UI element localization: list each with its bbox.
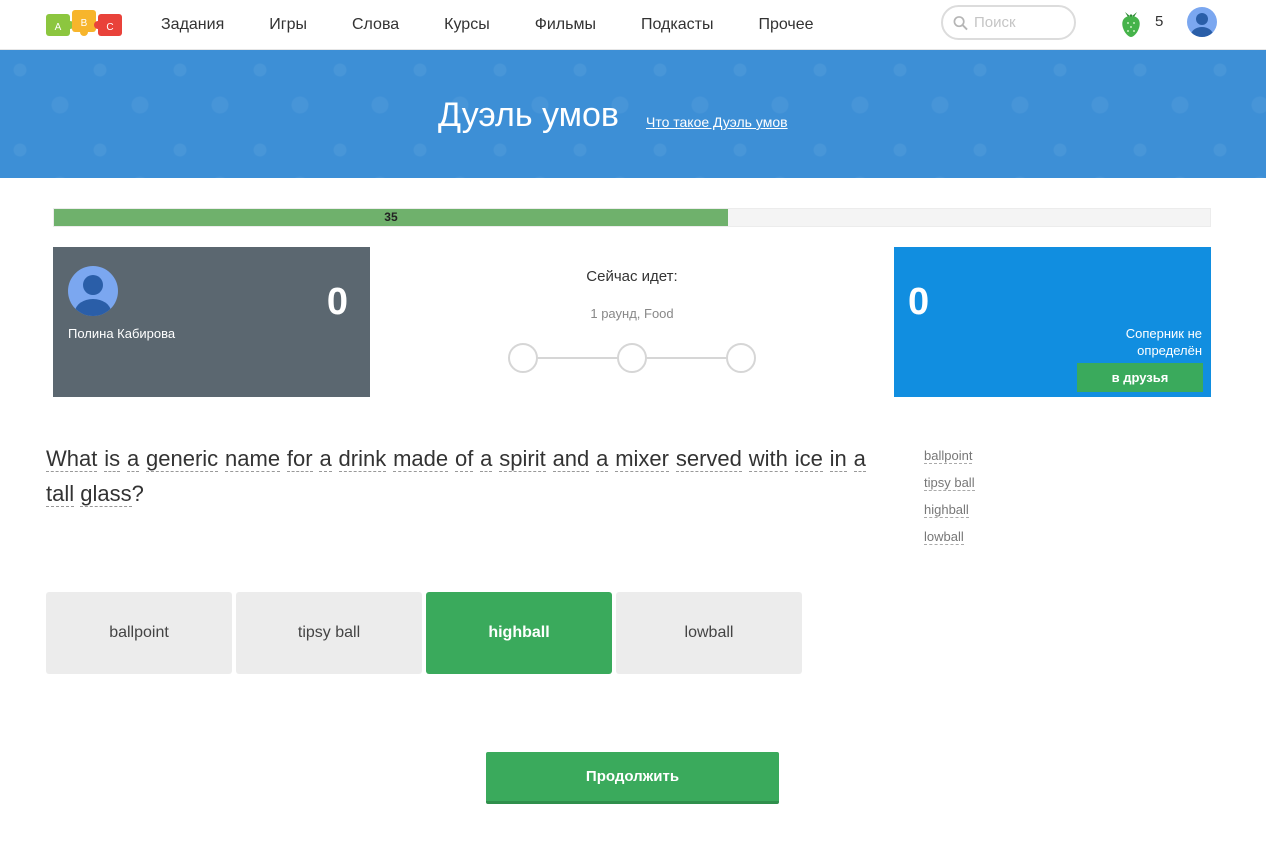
round-info: 1 раунд, Food — [590, 306, 674, 321]
timer-value: 35 — [384, 210, 398, 224]
question-word[interactable]: What — [46, 446, 98, 472]
question-word[interactable]: a — [596, 446, 609, 472]
search-box[interactable] — [941, 5, 1076, 40]
logo-letter: A — [55, 22, 62, 33]
strawberry-icon[interactable] — [1119, 8, 1143, 38]
user-avatar-icon[interactable] — [1187, 7, 1217, 37]
question-word[interactable]: with — [748, 446, 788, 472]
nav-item-other[interactable]: Прочее — [758, 16, 813, 34]
nav-item-games[interactable]: Игры — [269, 16, 307, 34]
question-word[interactable]: drink — [338, 446, 387, 472]
nav-item-podcasts[interactable]: Подкасты — [641, 16, 713, 34]
question-word[interactable]: tall — [46, 481, 75, 507]
answer-option-lowball[interactable]: lowball — [616, 592, 802, 674]
logo-letter: B — [81, 18, 88, 29]
add-friend-button[interactable]: в друзья — [1077, 363, 1203, 392]
berry-count: 5 — [1155, 13, 1164, 30]
page-title: Дуэль умов — [438, 96, 619, 134]
round-step-2 — [617, 343, 647, 373]
main-nav: Задания Игры Слова Курсы Фильмы Подкасты… — [140, 0, 838, 50]
question-word[interactable]: and — [552, 446, 590, 472]
player-card: Полина Кабирова 0 — [53, 247, 370, 397]
nav-item-courses[interactable]: Курсы — [444, 16, 490, 34]
nav-item-words[interactable]: Слова — [352, 16, 399, 34]
search-icon — [953, 15, 968, 30]
logo-letter: C — [106, 22, 113, 33]
question-word[interactable]: ice — [794, 446, 823, 472]
continue-button[interactable]: Продолжить — [486, 752, 779, 804]
side-word-item[interactable]: ballpoint — [924, 442, 975, 469]
side-word-item[interactable]: lowball — [924, 523, 975, 550]
question-word[interactable]: of — [454, 446, 474, 472]
question-word[interactable]: name — [225, 446, 281, 472]
side-word-list: ballpoint tipsy ball highball lowball — [924, 442, 975, 550]
player-name: Полина Кабирова — [68, 326, 176, 341]
player-avatar-icon — [68, 266, 118, 316]
about-duel-link[interactable]: Что такое Дуэль умов — [646, 114, 788, 130]
question-word[interactable]: a — [480, 446, 493, 472]
answer-option-highball[interactable]: highball — [426, 592, 612, 674]
question-word[interactable]: served — [675, 446, 742, 472]
round-step-1 — [508, 343, 538, 373]
opponent-card: 0 Соперник не определён в друзья — [894, 247, 1211, 397]
question-mark: ? — [131, 481, 144, 506]
answer-option-tipsy-ball[interactable]: tipsy ball — [236, 592, 422, 674]
opponent-status: Соперник не определён — [1125, 326, 1202, 358]
opponent-score: 0 — [908, 281, 930, 323]
question-word[interactable]: made — [393, 446, 449, 472]
timer-progress-bar: 35 — [53, 208, 1211, 227]
player-score: 0 — [326, 281, 348, 323]
side-word-item[interactable]: highball — [924, 496, 975, 523]
search-input[interactable] — [974, 14, 1074, 31]
round-step-3 — [726, 343, 756, 373]
question-word[interactable]: generic — [146, 446, 219, 472]
answer-options: ballpoint tipsy ball highball lowball — [46, 592, 806, 674]
question-word[interactable]: a — [853, 446, 866, 472]
round-status-title: Сейчас идет: — [586, 268, 678, 285]
question-text: What is a generic name for a drink made … — [46, 441, 866, 511]
nav-item-movies[interactable]: Фильмы — [535, 16, 596, 34]
question-word[interactable]: is — [104, 446, 121, 472]
side-word-item[interactable]: tipsy ball — [924, 469, 975, 496]
question-word[interactable]: for — [286, 446, 313, 472]
question-word[interactable]: mixer — [615, 446, 669, 472]
answer-option-ballpoint[interactable]: ballpoint — [46, 592, 232, 674]
question-word[interactable]: a — [126, 446, 140, 472]
page-banner: Дуэль умов Что такое Дуэль умов — [0, 50, 1266, 178]
question-word[interactable]: glass — [80, 481, 132, 507]
question-word[interactable]: in — [829, 446, 847, 472]
abc-puzzle-logo-icon[interactable]: A B C — [46, 8, 122, 40]
round-progress-track — [508, 343, 756, 373]
question-word[interactable]: a — [319, 446, 332, 472]
question-word[interactable]: spirit — [499, 446, 546, 472]
top-navigation-bar: A B C Задания Игры Слова Курсы Фильмы По… — [0, 0, 1266, 50]
nav-item-tasks[interactable]: Задания — [161, 16, 224, 34]
